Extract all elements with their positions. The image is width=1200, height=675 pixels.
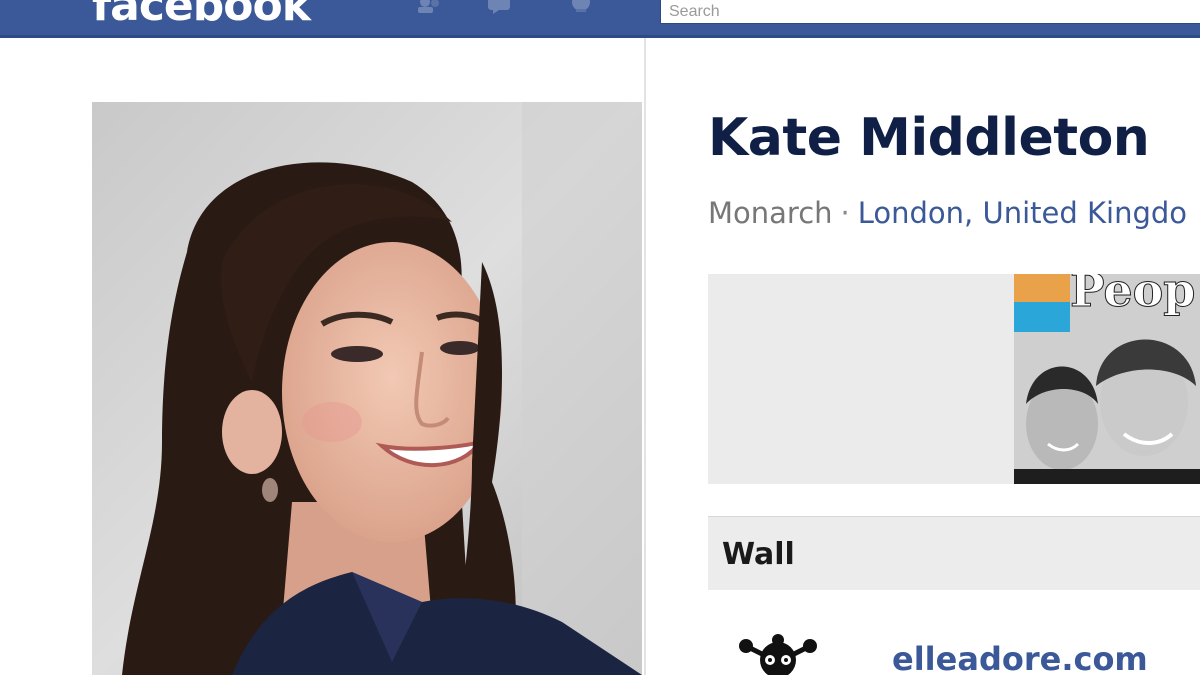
magazine-masthead: Peop bbox=[1070, 274, 1195, 317]
elleadore-avatar-icon[interactable] bbox=[736, 632, 820, 675]
magazine-cover-photo[interactable]: Peop bbox=[1014, 274, 1200, 484]
profile-name: Kate Middleton bbox=[708, 108, 1150, 168]
facebook-logo[interactable]: facebook bbox=[92, 0, 311, 31]
wall-tab[interactable]: Wall bbox=[708, 516, 1200, 590]
facebook-profile-page: facebook Search Kate Middleton Monarch ·… bbox=[0, 0, 1200, 675]
occupation-text: Monarch bbox=[708, 196, 833, 230]
separator-dot: · bbox=[840, 196, 850, 230]
location-link[interactable]: London, United Kingdo bbox=[858, 196, 1187, 230]
post-author-link[interactable]: elleadore.com bbox=[892, 640, 1148, 675]
top-bar: facebook bbox=[0, 0, 1200, 38]
profile-subline: Monarch · London, United Kingdo bbox=[708, 196, 1187, 230]
search-input[interactable] bbox=[660, 0, 1200, 24]
profile-photo[interactable] bbox=[92, 102, 642, 675]
friends-icon[interactable] bbox=[414, 0, 444, 14]
wall-tab-label: Wall bbox=[722, 537, 795, 572]
messages-icon[interactable] bbox=[485, 0, 515, 14]
notifications-icon[interactable] bbox=[566, 0, 596, 14]
column-divider bbox=[644, 38, 646, 675]
